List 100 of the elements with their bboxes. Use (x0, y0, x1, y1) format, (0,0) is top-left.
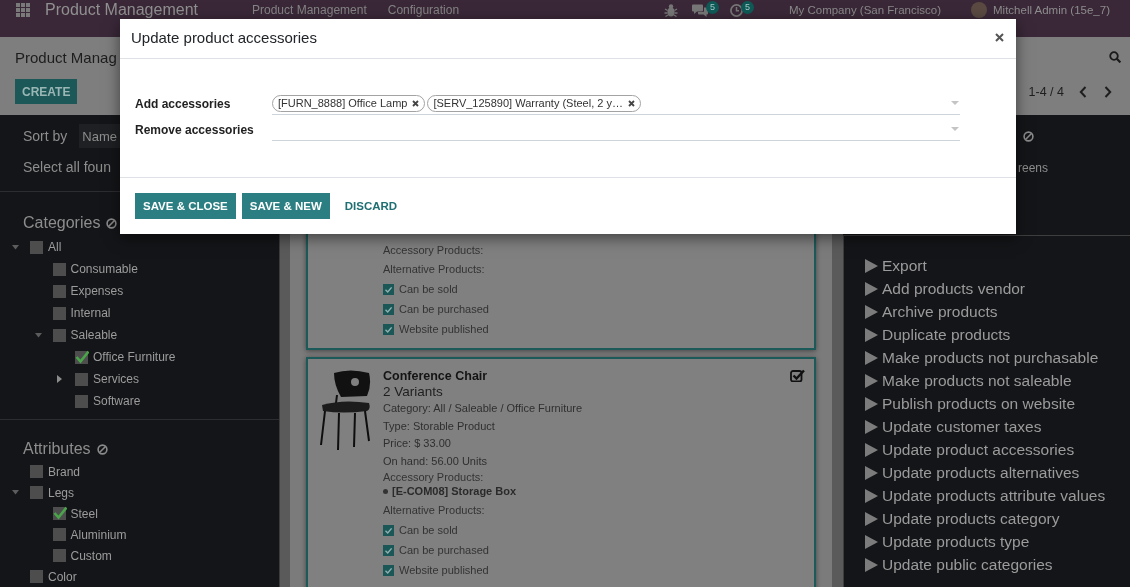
filter-label[interactable]: All (48, 240, 62, 254)
caret-right-icon (865, 511, 878, 526)
filter-label[interactable]: Saleable (70, 328, 118, 342)
caret-right-icon (865, 488, 878, 503)
product-detail: Type: Storable Product (383, 418, 495, 434)
action-item[interactable]: Export (865, 254, 927, 277)
action-item[interactable]: Update customer taxes (865, 415, 1042, 438)
caret-right-icon (865, 442, 878, 457)
caret-down-icon[interactable] (12, 490, 19, 495)
remove-icon[interactable] (412, 99, 420, 107)
action-item[interactable]: Make products not saleable (865, 369, 1072, 392)
checkbox[interactable] (52, 527, 67, 542)
filter-label[interactable]: Expenses (70, 284, 124, 298)
filter-label[interactable]: Services (93, 372, 139, 386)
caret-down-icon[interactable] (951, 101, 959, 105)
filter-label[interactable]: Software (93, 394, 141, 408)
caret-down-icon[interactable] (951, 127, 959, 131)
action-item[interactable]: Archive products (865, 300, 998, 323)
filter-label[interactable]: Steel (70, 506, 98, 521)
caret-right-icon (865, 304, 878, 319)
filter-label[interactable]: Internal (70, 306, 111, 320)
field-label: Website published (399, 323, 489, 335)
filter-label[interactable]: Color (48, 569, 77, 584)
caret-right-icon[interactable] (57, 375, 62, 383)
action-item[interactable]: Update public categories (865, 553, 1053, 576)
checkbox[interactable] (30, 239, 44, 255)
caret-right-icon (865, 373, 878, 388)
checkbox[interactable] (52, 548, 67, 563)
checkbox[interactable] (52, 283, 67, 299)
filter-label[interactable]: Aluminium (70, 527, 127, 542)
menu-item[interactable]: Configuration (387, 3, 460, 17)
field-label: Website published (399, 564, 489, 576)
checkbox[interactable] (52, 305, 67, 321)
select-all-link[interactable]: Select all foun (23, 158, 111, 176)
create-button[interactable]: CREATE (15, 79, 78, 104)
product-detail: On hand: 56.00 Units (383, 453, 487, 469)
section-label: Alternative Products: (383, 262, 485, 276)
action-item[interactable]: Make products not purchasable (865, 346, 1099, 369)
checkbox[interactable] (75, 371, 89, 387)
clock-icon[interactable] (729, 4, 743, 17)
checkbox[interactable] (30, 485, 44, 500)
caret-right-icon (865, 327, 878, 342)
checkbox[interactable] (52, 506, 67, 521)
field-label: Can be purchased (399, 303, 489, 315)
bug-icon[interactable] (663, 3, 678, 17)
user-menu[interactable]: Mitchell Admin (15e_7) (993, 3, 1110, 17)
count-badge: 5 (740, 1, 754, 14)
avatar[interactable] (971, 2, 987, 18)
field-label: Add accessories (135, 96, 232, 111)
filter-label[interactable]: Office Furniture (93, 350, 176, 364)
action-item[interactable]: Update products category (865, 507, 1060, 530)
action-item[interactable]: Duplicate products (865, 323, 1011, 346)
action-item[interactable]: Update products type (865, 530, 1030, 553)
caret-right-icon (865, 258, 878, 273)
chevron-left-icon[interactable] (1079, 85, 1087, 98)
checkbox[interactable] (52, 261, 67, 277)
filter-label[interactable]: Consumable (70, 262, 138, 276)
checkbox[interactable] (75, 393, 89, 409)
action-item[interactable]: Add products vendor (865, 277, 1026, 300)
chevron-right-icon[interactable] (1104, 85, 1112, 98)
sort-label: Sort by (23, 128, 68, 144)
save-button[interactable]: SAVE & NEW (241, 193, 330, 219)
product-name: Conference Chair (383, 369, 488, 383)
variants-count: 2 Variants (383, 383, 443, 400)
search-icon[interactable] (1109, 51, 1121, 63)
filter-label[interactable]: Legs (48, 485, 75, 500)
caret-right-icon (865, 419, 878, 434)
action-item[interactable]: Publish products on website (865, 392, 1075, 415)
checkbox[interactable] (52, 327, 67, 343)
slashed-circle-icon[interactable] (96, 443, 108, 455)
caret-down-icon[interactable] (12, 244, 19, 250)
close-icon[interactable] (995, 32, 1004, 42)
section-label: Accessory Products: (383, 243, 484, 257)
checkbox[interactable] (30, 569, 44, 584)
action-item[interactable]: Update products attribute values (865, 484, 1106, 507)
select-checkbox[interactable] (790, 369, 805, 382)
section-title: Attributes (23, 440, 91, 458)
filter-label[interactable]: Custom (70, 548, 112, 563)
action-item[interactable]: Update products alternatives (865, 461, 1080, 484)
remove-icon[interactable] (627, 99, 635, 107)
discard-button[interactable]: DISCARD (336, 193, 406, 219)
slashed-circle-icon[interactable] (1023, 131, 1034, 142)
caret-down-icon[interactable] (34, 332, 42, 338)
chat-icon[interactable] (691, 4, 708, 17)
checkbox[interactable] (75, 349, 89, 365)
save-button[interactable]: SAVE & CLOSE (135, 193, 236, 219)
caret-right-icon (865, 465, 878, 480)
filter-label[interactable]: Brand (48, 464, 81, 479)
filter-label[interactable]: reens (1018, 161, 1049, 175)
apps-icon[interactable] (16, 3, 30, 17)
product-card[interactable] (306, 357, 816, 587)
tags-field[interactable]: [FURN_8888] Office Lamp [SERV_125890] Warranty (Steel, 2 y… (272, 92, 960, 115)
slashed-circle-icon[interactable] (106, 217, 118, 229)
menu-item[interactable]: Product Management (252, 3, 367, 17)
caret-right-icon (865, 350, 878, 365)
company-switcher[interactable]: My Company (San Francisco) (788, 3, 941, 17)
section-label: Alternative Products: (383, 503, 485, 517)
caret-right-icon (865, 396, 878, 411)
checkbox[interactable] (30, 464, 44, 479)
action-item[interactable]: Update product accessories (865, 438, 1075, 461)
